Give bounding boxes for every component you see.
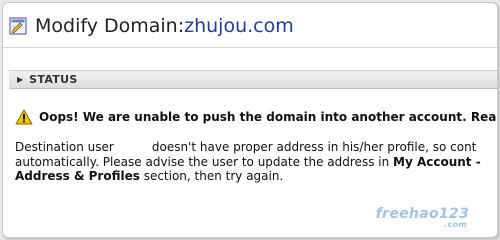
title-divider xyxy=(3,47,497,48)
watermark-sub: .com xyxy=(444,220,467,229)
error-message: Destination user doesn't have proper addr… xyxy=(15,140,497,184)
expand-arrow-icon: ▶ xyxy=(17,75,24,84)
title-domain: zhujou.com xyxy=(184,15,294,37)
message-part2: doesn't have proper address in his/her p… xyxy=(151,140,477,154)
warning-row: Oops! We are unable to push the domain i… xyxy=(15,107,498,127)
edit-page-icon xyxy=(9,17,27,35)
page-title: Modify Domain: zhujou.com xyxy=(9,14,294,38)
status-label: STATUS xyxy=(29,73,78,86)
watermark-main: freehao123 xyxy=(375,206,469,222)
my-account-link-text: My Account - xyxy=(393,154,481,169)
message-part1: Destination user xyxy=(15,140,114,154)
title-prefix: Modify Domain: xyxy=(35,15,185,37)
message-part3: automatically. Please advise the user to… xyxy=(15,154,394,169)
modify-domain-panel: Modify Domain: zhujou.com ▶ STATUS Oops!… xyxy=(2,2,498,238)
warning-triangle-icon xyxy=(15,109,33,125)
status-section-header[interactable]: ▶ STATUS xyxy=(9,70,497,89)
message-part4: section, then try again. xyxy=(139,169,284,183)
address-profiles-text: Address & Profiles xyxy=(15,169,140,183)
watermark-logo: freehao123 .com xyxy=(376,207,469,229)
warning-text: Oops! We are unable to push the domain i… xyxy=(39,110,498,124)
